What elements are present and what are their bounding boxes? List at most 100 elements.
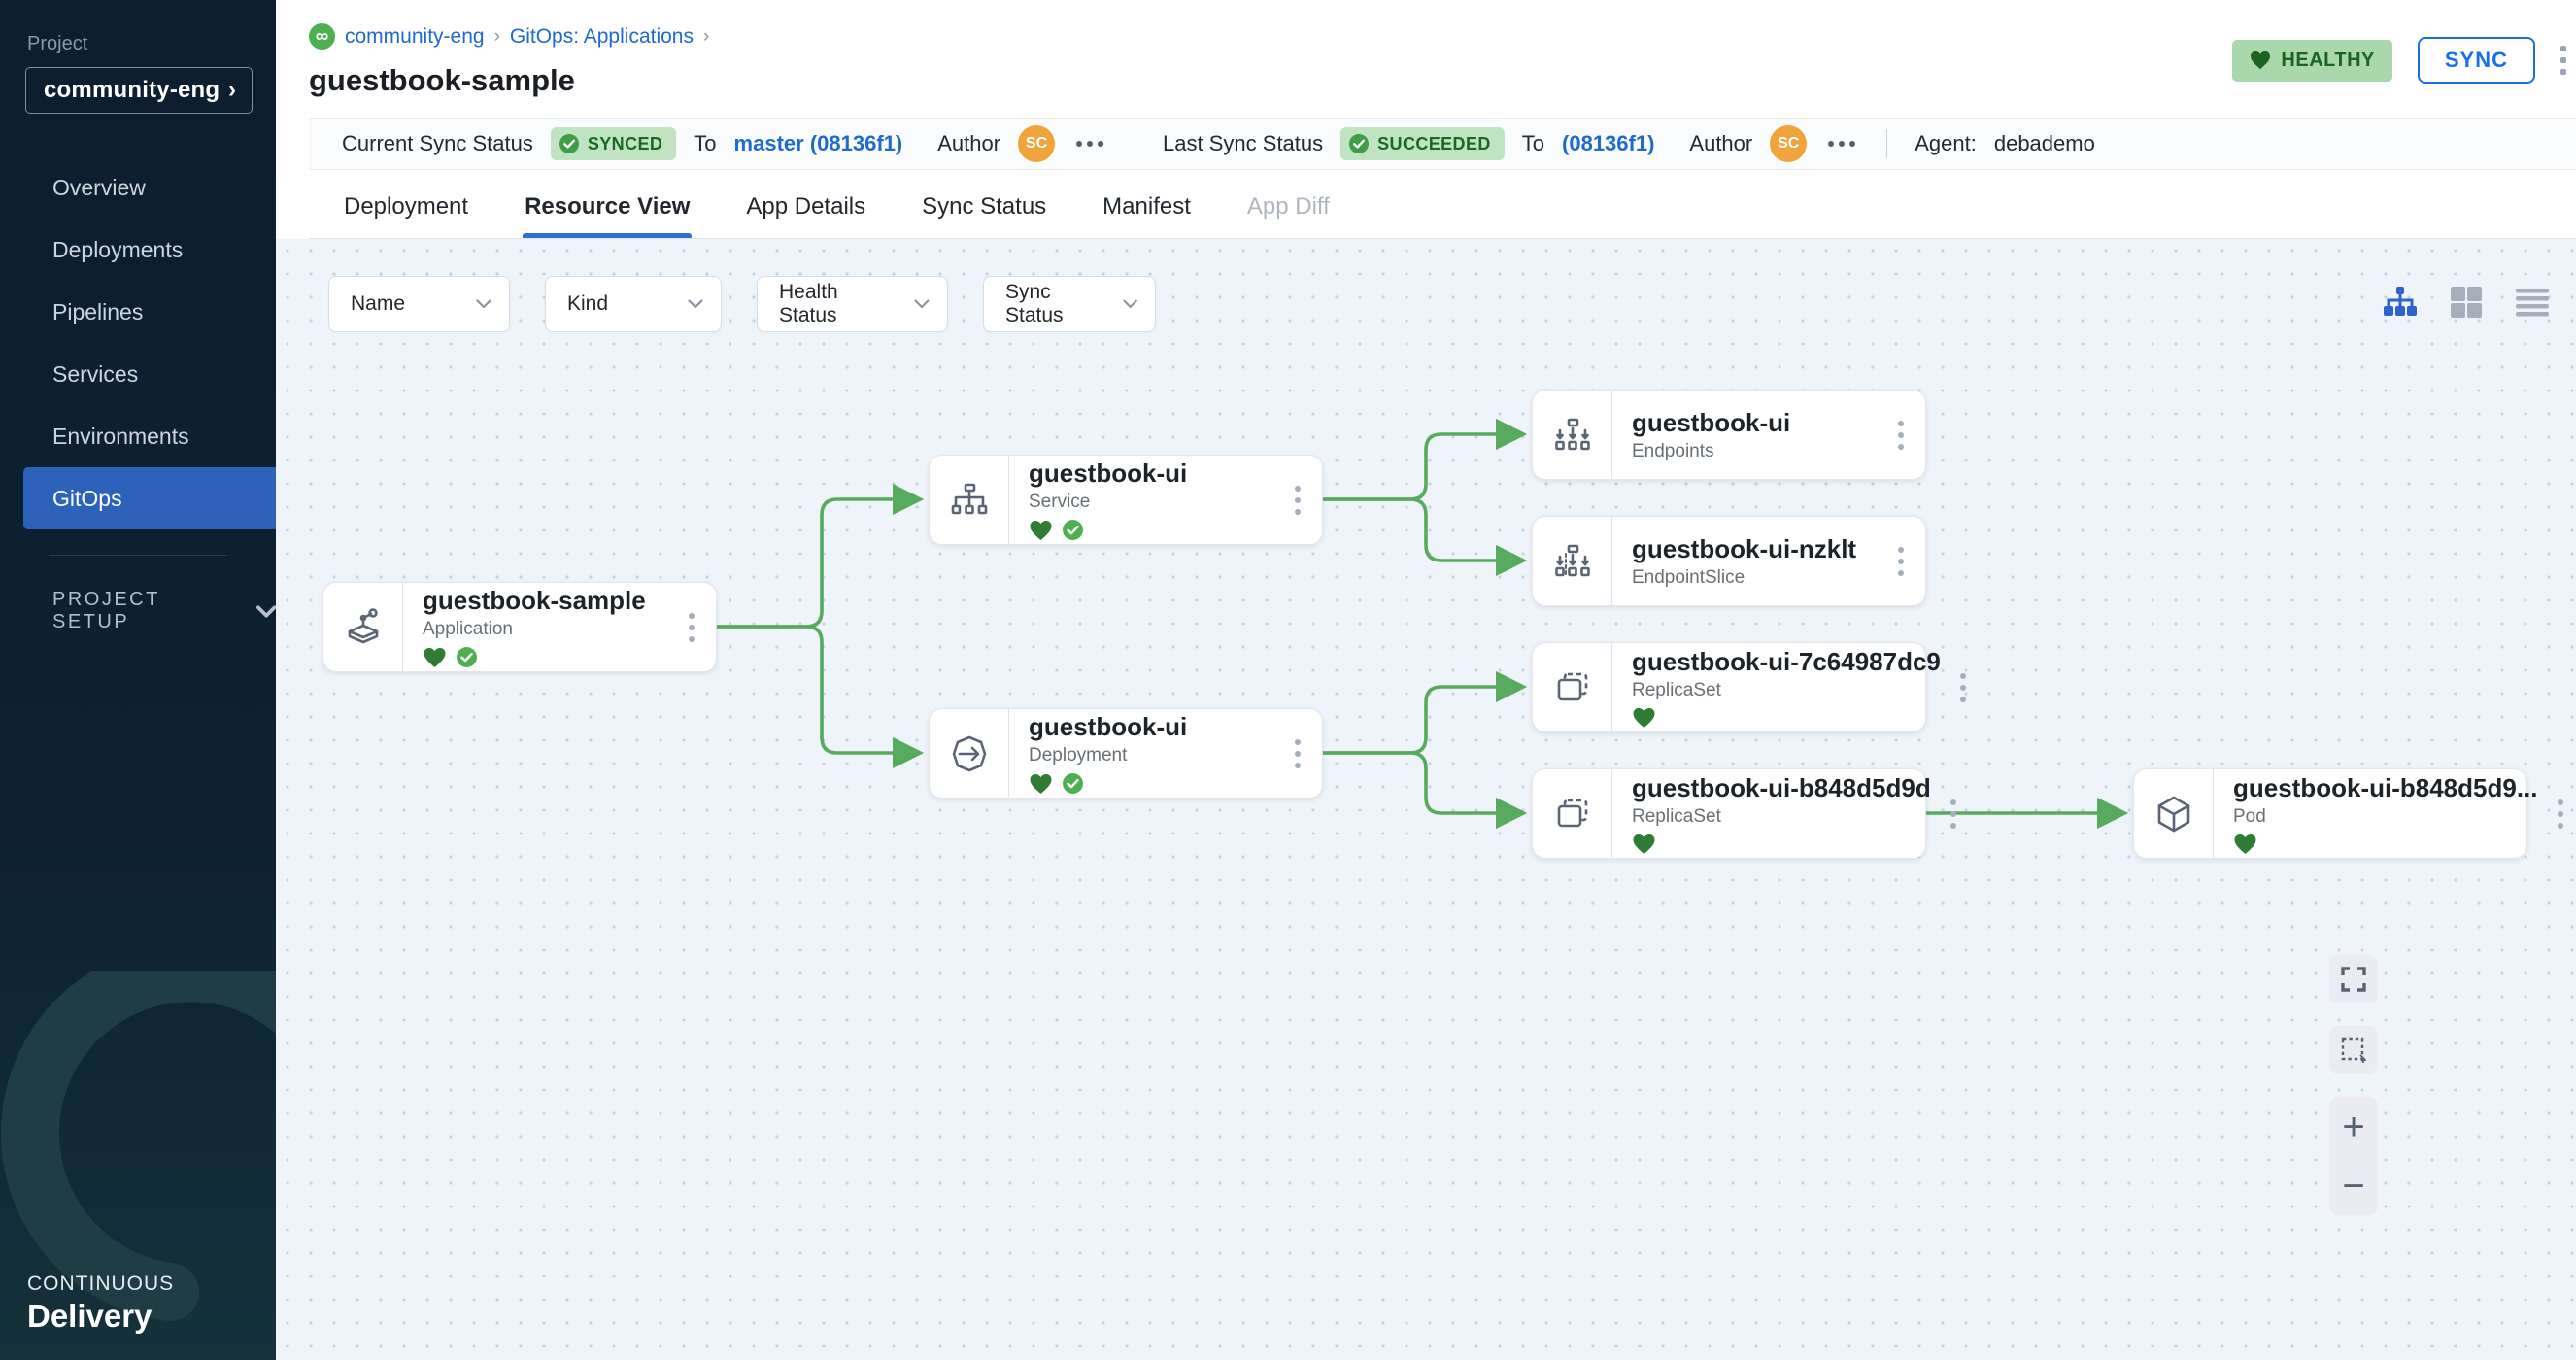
brand-delivery: Delivery: [27, 1298, 174, 1335]
main-area: ∞ community-eng › GitOps: Applications ›…: [276, 0, 2576, 1360]
fullscreen-button[interactable]: [2329, 955, 2378, 1003]
page-header: ∞ community-eng › GitOps: Applications ›…: [276, 0, 2576, 239]
replicaset-icon: [1533, 643, 1612, 731]
heart-icon: [2250, 51, 2271, 70]
node-deployment-guestbook-ui[interactable]: guestbook-ui Deployment: [929, 708, 1323, 799]
healthy-heart-icon: [1632, 707, 1656, 729]
sync-button[interactable]: SYNC: [2418, 37, 2535, 84]
node-replicaset-guestbook-ui-7c64987dc9[interactable]: guestbook-ui-7c64987dc9 ReplicaSet: [1532, 642, 1926, 732]
deployment-icon: [930, 709, 1009, 798]
node-menu-kebab-icon[interactable]: [1892, 547, 1925, 576]
synced-check-icon: [1062, 772, 1084, 795]
tree-view-toggle[interactable]: [2380, 282, 2421, 323]
node-menu-kebab-icon[interactable]: [1289, 739, 1322, 768]
node-service-guestbook-ui[interactable]: guestbook-ui Service: [929, 455, 1323, 545]
node-menu-kebab-icon[interactable]: [1954, 673, 1987, 702]
tab-bar: Deployment Resource View App Details Syn…: [309, 170, 2576, 239]
app-root: Project community-eng › Overview Deploym…: [0, 0, 2576, 1360]
chevron-down-icon: [256, 605, 276, 619]
grid-view-toggle[interactable]: [2446, 282, 2487, 323]
chevron-down-icon: [1123, 299, 1137, 309]
list-view-icon: [2514, 287, 2551, 318]
last-target-revision[interactable]: (08136f1): [1562, 131, 1654, 156]
current-target-revision[interactable]: master (08136f1): [734, 131, 903, 156]
fullscreen-icon: [2341, 967, 2366, 992]
sidebar-item-deployments[interactable]: Deployments: [0, 219, 276, 281]
sidebar-divider: [49, 555, 227, 556]
sidebar-item-services[interactable]: Services: [0, 343, 276, 405]
synced-badge: SYNCED: [551, 127, 676, 160]
endpoints-icon: [1533, 391, 1612, 479]
breadcrumb-section-link[interactable]: GitOps: Applications: [510, 25, 694, 49]
view-toggles: [2380, 282, 2576, 323]
node-endpointslice-guestbook-ui-nzklt[interactable]: guestbook-ui-nzklt EndpointSlice: [1532, 516, 1926, 606]
synced-check-icon: [1062, 519, 1084, 541]
zoom-out-button[interactable]: −: [2342, 1167, 2364, 1206]
sidebar-item-pipelines[interactable]: Pipelines: [0, 281, 276, 343]
project-setup-toggle[interactable]: PROJECT SETUP: [52, 589, 276, 633]
sidebar: Project community-eng › Overview Deploym…: [0, 0, 276, 1360]
tab-app-details[interactable]: App Details: [746, 193, 865, 238]
node-replicaset-guestbook-ui-b848d5d9d[interactable]: guestbook-ui-b848d5d9d ReplicaSet: [1532, 768, 1926, 859]
node-menu-kebab-icon[interactable]: [1892, 421, 1925, 450]
node-kind: Deployment: [1029, 745, 1275, 766]
check-circle-icon: [1348, 133, 1370, 154]
synced-check-icon: [456, 646, 478, 668]
commit-more-icon[interactable]: [1828, 141, 1855, 147]
node-menu-kebab-icon[interactable]: [1945, 799, 1978, 829]
last-author-avatar: SC: [1770, 125, 1807, 162]
commit-more-icon[interactable]: [1076, 141, 1103, 147]
node-endpoints-guestbook-ui[interactable]: guestbook-ui Endpoints: [1532, 390, 1926, 480]
node-application-guestbook-sample[interactable]: guestbook-sample Application: [322, 582, 717, 672]
list-view-toggle[interactable]: [2512, 282, 2553, 323]
select-region-button[interactable]: [2329, 1026, 2378, 1074]
node-kind: ReplicaSet: [1632, 680, 1941, 701]
endpointslice-icon: [1533, 517, 1612, 605]
application-icon: [323, 583, 403, 671]
node-menu-kebab-icon[interactable]: [1289, 486, 1322, 515]
node-menu-kebab-icon[interactable]: [2552, 799, 2576, 829]
author-label: Author: [937, 131, 1000, 156]
chevron-down-icon: [914, 299, 930, 309]
healthy-heart-icon: [1029, 520, 1053, 541]
node-name: guestbook-ui-b848d5d9...: [2233, 773, 2538, 803]
health-status-badge: HEALTHY: [2232, 40, 2391, 82]
tab-app-diff[interactable]: App Diff: [1247, 193, 1330, 238]
sidebar-nav: Overview Deployments Pipelines Services …: [0, 156, 276, 529]
filter-name-dropdown[interactable]: Name: [328, 276, 510, 332]
to-label: To: [694, 131, 716, 156]
sidebar-item-gitops[interactable]: GitOps: [23, 467, 276, 529]
tab-manifest[interactable]: Manifest: [1102, 193, 1191, 238]
node-name: guestbook-ui-b848d5d9d: [1632, 773, 1931, 803]
node-name: guestbook-ui: [1029, 459, 1275, 489]
resource-graph-canvas[interactable]: Name Kind Health Status Sync Status: [276, 239, 2576, 1360]
tab-resource-view[interactable]: Resource View: [525, 193, 690, 238]
gitops-logo-icon: ∞: [309, 23, 335, 50]
project-selector[interactable]: community-eng ›: [25, 67, 253, 114]
brand-continuous: CONTINUOUS: [27, 1273, 174, 1296]
filter-health-status-dropdown[interactable]: Health Status: [757, 276, 948, 332]
chevron-down-icon: [476, 299, 491, 309]
node-pod-guestbook-ui-b848d5d9[interactable]: guestbook-ui-b848d5d9... Pod: [2133, 768, 2527, 859]
filter-sync-status-dropdown[interactable]: Sync Status: [983, 276, 1156, 332]
healthy-heart-icon: [423, 647, 447, 668]
node-menu-kebab-icon[interactable]: [683, 613, 716, 642]
healthy-heart-icon: [2233, 833, 2257, 855]
tab-sync-status[interactable]: Sync Status: [922, 193, 1046, 238]
node-kind: Application: [423, 619, 669, 640]
breadcrumb-project-link[interactable]: community-eng: [345, 25, 485, 49]
chevron-right-icon: ›: [228, 77, 236, 104]
brand-text: CONTINUOUS Delivery: [27, 1273, 174, 1335]
node-kind: Pod: [2233, 806, 2538, 828]
sidebar-item-overview[interactable]: Overview: [0, 156, 276, 219]
filter-kind-dropdown[interactable]: Kind: [545, 276, 722, 332]
sync-status-bar: Current Sync Status SYNCED To master (08…: [309, 118, 2576, 170]
pod-icon: [2134, 769, 2214, 858]
tab-deployment[interactable]: Deployment: [344, 193, 468, 238]
chevron-down-icon: [688, 299, 703, 309]
zoom-in-button[interactable]: +: [2342, 1107, 2364, 1146]
breadcrumb-separator: ›: [494, 26, 500, 48]
node-kind: ReplicaSet: [1632, 806, 1931, 828]
sidebar-item-environments[interactable]: Environments: [0, 405, 276, 467]
app-menu-kebab-icon[interactable]: [2560, 46, 2566, 75]
